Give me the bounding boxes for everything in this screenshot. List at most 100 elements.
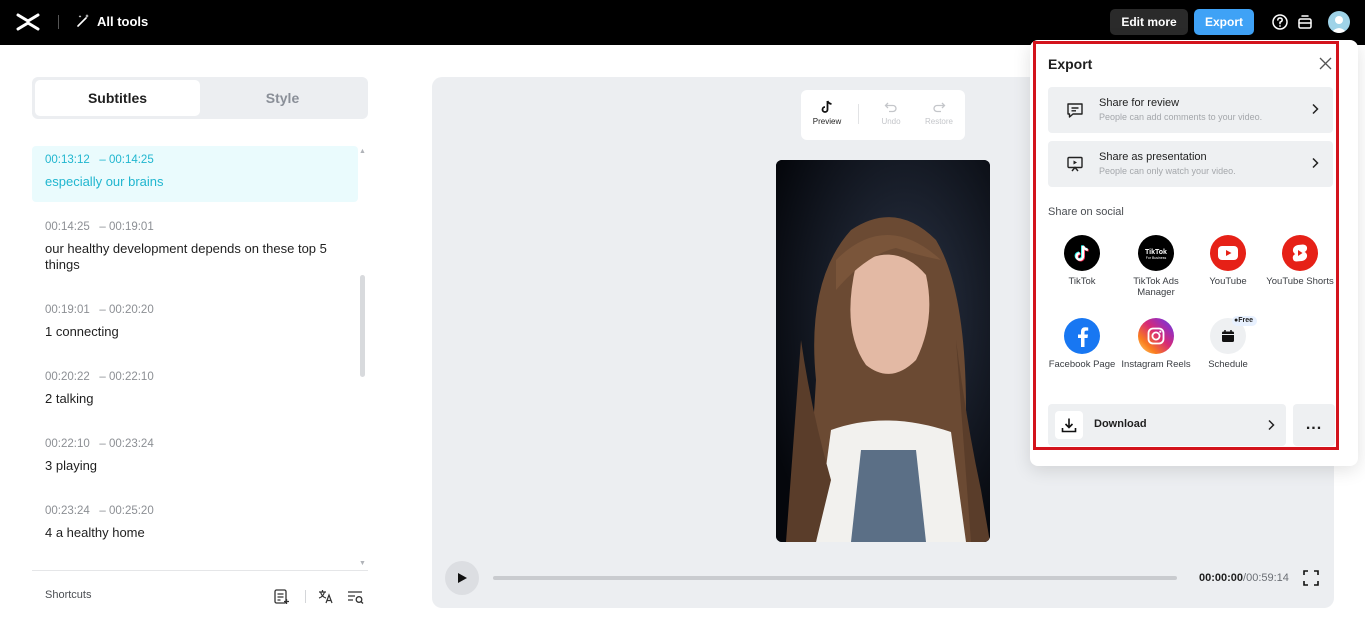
download-label: Download bbox=[1094, 418, 1147, 430]
youtube-shorts-logo-icon bbox=[1282, 235, 1318, 271]
presentation-icon bbox=[1067, 156, 1083, 172]
subtitle-text: especially our brains bbox=[45, 174, 164, 189]
preview-toolbar-separator bbox=[858, 104, 859, 124]
preview-toolbar: Preview Undo Restore bbox=[801, 90, 965, 140]
export-button[interactable]: Export bbox=[1194, 9, 1254, 35]
play-icon bbox=[458, 573, 467, 583]
undo-label: Undo bbox=[881, 117, 901, 126]
social-label: Facebook Page bbox=[1048, 359, 1116, 370]
current-time: 00:00:00 bbox=[1199, 572, 1244, 584]
subtitle-text: our healthy development depends on these… bbox=[45, 241, 327, 272]
share-presentation-desc: People can only watch your video. bbox=[1099, 166, 1236, 176]
share-as-presentation-button[interactable]: Share as presentation People can only wa… bbox=[1048, 141, 1333, 187]
top-bar: All tools Edit more Export bbox=[0, 0, 1365, 45]
svg-text:TikTok: TikTok bbox=[1145, 249, 1167, 256]
subtitle-item[interactable]: 00:19:01 – 00:20:20 1 connecting bbox=[32, 296, 358, 348]
share-presentation-title: Share as presentation bbox=[1099, 151, 1207, 163]
tab-subtitles[interactable]: Subtitles bbox=[35, 80, 200, 116]
video-frame-image bbox=[776, 160, 990, 542]
subtitle-time: 00:23:24 – 00:25:20 bbox=[45, 505, 154, 517]
scroll-up-arrow-icon[interactable]: ▲ bbox=[359, 148, 366, 155]
facebook-logo-icon bbox=[1064, 318, 1100, 354]
timecode: 00:00:00/00:59:14 bbox=[1199, 572, 1289, 584]
fullscreen-icon[interactable] bbox=[1303, 570, 1319, 586]
instagram-logo-icon bbox=[1138, 318, 1174, 354]
download-icon bbox=[1055, 411, 1083, 439]
subtitle-item[interactable]: 00:13:12 – 00:14:25 especially our brain… bbox=[32, 146, 358, 202]
subtitle-item[interactable]: 00:22:10 – 00:23:24 3 playing bbox=[32, 430, 358, 482]
avatar-icon bbox=[1331, 16, 1347, 33]
help-icon[interactable] bbox=[1271, 13, 1289, 31]
preview-label: Preview bbox=[812, 117, 842, 126]
edit-more-button[interactable]: Edit more bbox=[1110, 9, 1188, 35]
tiktok-icon bbox=[821, 100, 832, 113]
subtitle-item[interactable]: 00:14:25 – 00:19:01 our healthy developm… bbox=[32, 213, 358, 281]
subtitle-text: 4 a healthy home bbox=[45, 525, 145, 540]
subtitle-time: 00:13:12 – 00:14:25 bbox=[45, 154, 154, 166]
topbar-divider bbox=[58, 15, 59, 29]
subtitle-time: 00:22:10 – 00:23:24 bbox=[45, 438, 154, 450]
social-instagram-reels[interactable]: Instagram Reels bbox=[1121, 318, 1191, 370]
subtitle-text: 2 talking bbox=[45, 391, 94, 406]
shortcut-separator bbox=[305, 590, 306, 603]
free-badge: ●Free bbox=[1232, 316, 1258, 326]
social-label: Schedule bbox=[1208, 359, 1248, 370]
share-review-title: Share for review bbox=[1099, 97, 1180, 109]
undo-icon bbox=[884, 102, 897, 113]
playback-progress-bar[interactable] bbox=[493, 576, 1177, 580]
shortcuts-divider bbox=[32, 570, 368, 571]
subtitle-item[interactable]: 00:23:24 – 00:25:20 4 a healthy home bbox=[32, 497, 358, 549]
insert-subtitle-icon[interactable] bbox=[273, 588, 290, 605]
chevron-right-icon bbox=[1268, 419, 1275, 431]
video-preview[interactable] bbox=[776, 160, 990, 542]
social-tiktok[interactable]: TikTok bbox=[1047, 235, 1117, 287]
play-button[interactable] bbox=[445, 561, 479, 595]
svg-text:For Business: For Business bbox=[1146, 256, 1167, 260]
social-youtube-shorts[interactable]: YouTube Shorts bbox=[1265, 235, 1335, 287]
restore-button[interactable]: Restore bbox=[919, 100, 959, 126]
preview-tiktok-button[interactable]: Preview bbox=[807, 100, 847, 126]
tiktok-business-logo-icon: TikTok For Business bbox=[1138, 235, 1174, 271]
tab-style[interactable]: Style bbox=[200, 80, 365, 116]
all-tools-button[interactable]: All tools bbox=[75, 13, 148, 29]
social-label: TikTok bbox=[1068, 276, 1096, 287]
chevron-right-icon bbox=[1312, 103, 1319, 115]
share-for-review-button[interactable]: Share for review People can add comments… bbox=[1048, 87, 1333, 133]
redo-icon bbox=[933, 102, 946, 113]
scroll-down-arrow-icon[interactable]: ▼ bbox=[359, 560, 366, 567]
share-review-desc: People can add comments to your video. bbox=[1099, 112, 1263, 122]
subtitle-text: 1 connecting bbox=[45, 324, 119, 339]
total-time: /00:59:14 bbox=[1243, 572, 1289, 584]
social-facebook-page[interactable]: Facebook Page bbox=[1047, 318, 1117, 370]
export-panel-title: Export bbox=[1048, 56, 1093, 72]
subtitle-style-tabs: Subtitles Style bbox=[32, 77, 368, 119]
more-options-label: ... bbox=[1305, 416, 1323, 433]
social-label: Instagram Reels bbox=[1121, 359, 1191, 370]
inbox-icon[interactable] bbox=[1296, 13, 1314, 31]
share-on-social-label: Share on social bbox=[1048, 206, 1124, 218]
download-button[interactable]: Download bbox=[1048, 404, 1286, 446]
all-tools-label: All tools bbox=[97, 13, 149, 29]
tiktok-logo-icon bbox=[1064, 235, 1100, 271]
subtitle-scrollbar[interactable] bbox=[360, 275, 365, 377]
free-badge-label: Free bbox=[1238, 317, 1254, 324]
subtitle-item[interactable]: 00:20:22 – 00:22:10 2 talking bbox=[32, 363, 358, 415]
subtitle-text: 3 playing bbox=[45, 458, 98, 473]
shortcuts-label[interactable]: Shortcuts bbox=[45, 589, 91, 601]
user-avatar[interactable] bbox=[1328, 11, 1350, 33]
more-options-button[interactable]: ... bbox=[1293, 404, 1335, 446]
close-icon[interactable] bbox=[1319, 57, 1332, 70]
social-tiktok-ads-manager[interactable]: TikTok For Business TikTok Ads Manager bbox=[1121, 235, 1191, 298]
youtube-logo-icon bbox=[1210, 235, 1246, 271]
restore-label: Restore bbox=[924, 117, 953, 126]
undo-button[interactable]: Undo bbox=[871, 100, 911, 126]
chevron-right-icon bbox=[1312, 157, 1319, 169]
search-replace-icon[interactable] bbox=[347, 588, 364, 605]
subtitle-time: 00:19:01 – 00:20:20 bbox=[45, 304, 154, 316]
social-youtube[interactable]: YouTube bbox=[1193, 235, 1263, 287]
social-label: TikTok Ads Manager bbox=[1133, 276, 1179, 298]
translate-icon[interactable] bbox=[317, 588, 334, 605]
capcut-logo-icon[interactable] bbox=[16, 11, 40, 33]
comment-icon bbox=[1067, 103, 1083, 118]
subtitle-time: 00:14:25 – 00:19:01 bbox=[45, 221, 154, 233]
